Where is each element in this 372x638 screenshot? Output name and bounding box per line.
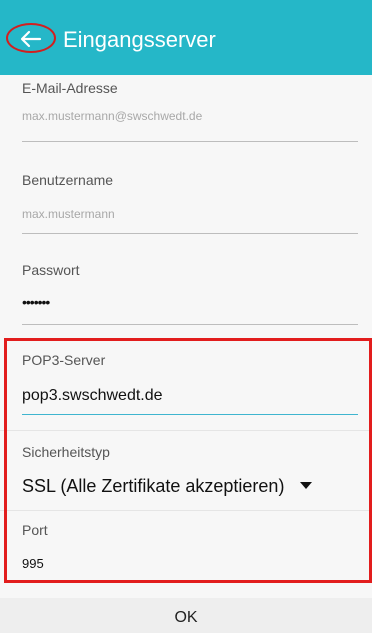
- security-type-label: Sicherheitstyp: [22, 444, 110, 460]
- security-type-select[interactable]: SSL (Alle Zertifikate akzeptieren): [22, 476, 284, 496]
- bottom-action-bar: OK: [0, 598, 372, 633]
- ok-button[interactable]: OK: [0, 598, 372, 633]
- pop3-server-label: POP3-Server: [22, 352, 106, 368]
- email-label: E-Mail-Adresse: [22, 80, 118, 96]
- page-title: Eingangsserver: [63, 27, 216, 52]
- divider: [0, 430, 372, 431]
- username-field-underline: [22, 233, 358, 234]
- port-field[interactable]: 995: [22, 556, 44, 572]
- username-label: Benutzername: [22, 172, 114, 188]
- email-field-underline: [22, 141, 358, 142]
- password-label: Passwort: [22, 262, 80, 278]
- dropdown-arrow-icon[interactable]: [300, 482, 312, 489]
- divider: [0, 510, 372, 511]
- username-field[interactable]: max.mustermann: [22, 206, 115, 222]
- app-bar: Eingangsserver: [0, 0, 372, 75]
- pop3-server-field[interactable]: pop3.swschwedt.de: [22, 388, 163, 404]
- arrow-left-icon: [20, 30, 42, 48]
- back-button[interactable]: [6, 23, 56, 53]
- port-label: Port: [22, 522, 48, 538]
- password-field[interactable]: •••••••: [22, 294, 50, 310]
- password-field-underline: [22, 324, 358, 325]
- pop3-server-field-underline: [22, 414, 358, 415]
- email-field[interactable]: max.mustermann@swschwedt.de: [22, 108, 202, 124]
